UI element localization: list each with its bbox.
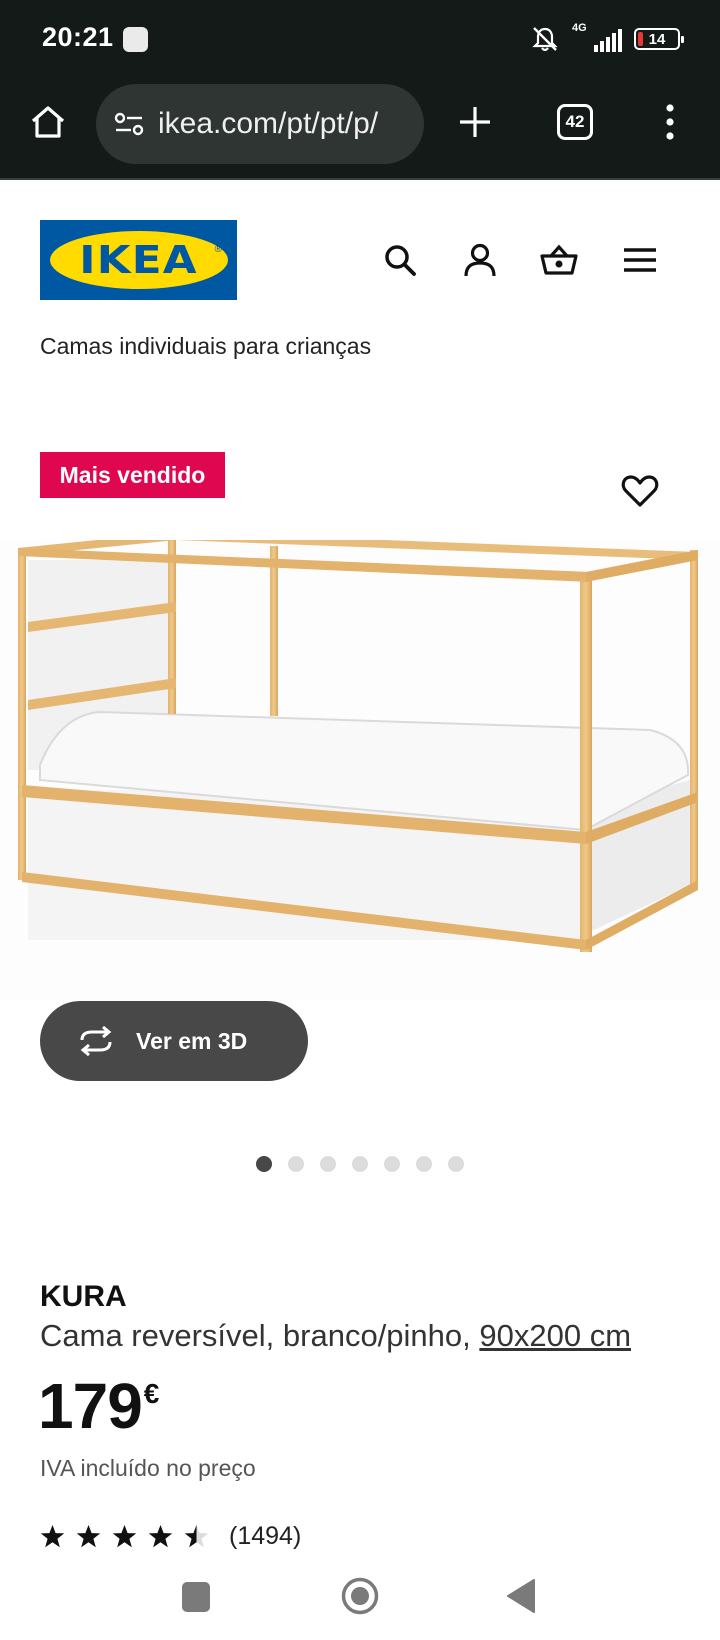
account-icon[interactable]: [460, 240, 500, 280]
favorite-heart-icon[interactable]: [620, 471, 660, 511]
rating-stars: [40, 1524, 209, 1549]
price-currency: €: [143, 1378, 160, 1409]
carousel-dot[interactable]: [384, 1156, 400, 1172]
ikea-logo[interactable]: IKEA ®: [40, 220, 237, 300]
battery-level: 14: [648, 30, 666, 48]
network-type: 4G: [572, 22, 587, 34]
star-icon: [112, 1525, 137, 1548]
view-3d-label: Ver em 3D: [136, 1027, 248, 1054]
status-icons: 4G 14: [530, 22, 684, 56]
price-value: 179: [38, 1370, 143, 1442]
view-3d-button[interactable]: Ver em 3D: [40, 1001, 308, 1081]
notification-icon: [123, 27, 148, 52]
carousel-dot[interactable]: [256, 1156, 272, 1172]
tab-switcher-button[interactable]: 42: [557, 104, 593, 140]
carousel-dots: [256, 1156, 464, 1172]
signal-icon: 4G: [572, 22, 622, 52]
address-bar[interactable]: ikea.com/pt/pt/p/: [96, 84, 424, 164]
product-description: Cama reversível, branco/pinho, 90x200 cm: [40, 1318, 631, 1354]
battery-icon: 14: [634, 28, 684, 50]
status-time: 20:21: [42, 22, 114, 52]
search-icon[interactable]: [380, 240, 420, 280]
rating-count[interactable]: (1494): [229, 1522, 301, 1551]
carousel-dot[interactable]: [352, 1156, 368, 1172]
mute-icon: [532, 27, 558, 52]
carousel-dot[interactable]: [288, 1156, 304, 1172]
system-nav-bar: [0, 1560, 720, 1640]
vat-note: IVA incluído no preço: [40, 1455, 256, 1481]
home-button-icon[interactable]: [340, 1576, 380, 1616]
product-image[interactable]: [0, 540, 720, 1000]
url-text[interactable]: ikea.com/pt/pt/p/: [158, 107, 378, 141]
star-icon: [76, 1525, 101, 1548]
status-bar: 20:21 4G 14: [0, 0, 720, 80]
site-settings-icon[interactable]: [112, 109, 146, 139]
star-icon: [184, 1525, 209, 1548]
carousel-dot[interactable]: [416, 1156, 432, 1172]
more-menu-icon[interactable]: [660, 102, 680, 142]
breadcrumb[interactable]: Camas individuais para crianças: [40, 333, 371, 360]
recent-apps-icon[interactable]: [182, 1582, 210, 1612]
basket-icon[interactable]: [539, 240, 579, 280]
menu-icon[interactable]: [620, 240, 660, 280]
rotate-3d-icon: [80, 1026, 112, 1056]
star-icon: [148, 1525, 173, 1548]
product-price: 179 €: [38, 1370, 159, 1442]
star-icon: [40, 1525, 65, 1548]
browser-toolbar: ikea.com/pt/pt/p/ 42: [0, 80, 720, 180]
carousel-dot[interactable]: [448, 1156, 464, 1172]
bestseller-badge: Mais vendido: [40, 452, 225, 498]
carousel-dot[interactable]: [320, 1156, 336, 1172]
product-rating[interactable]: (1494): [40, 1522, 301, 1551]
size-link[interactable]: 90x200 cm: [479, 1318, 631, 1353]
logo-text: IKEA: [79, 238, 198, 282]
product-description-text: Cama reversível, branco/pinho,: [40, 1318, 480, 1353]
home-icon[interactable]: [28, 102, 68, 142]
new-tab-icon[interactable]: [455, 102, 495, 142]
product-name: KURA: [40, 1280, 127, 1313]
back-icon[interactable]: [506, 1578, 536, 1614]
